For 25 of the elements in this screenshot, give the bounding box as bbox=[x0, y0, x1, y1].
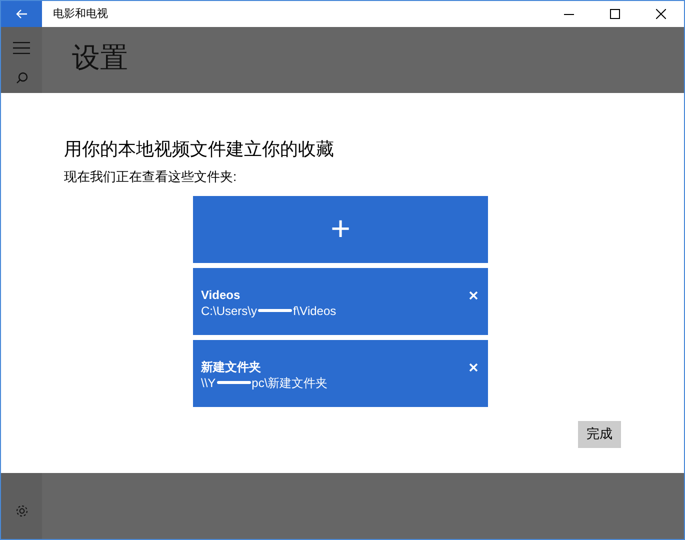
window-title: 电影和电视 bbox=[53, 6, 108, 22]
page-title: 设置 bbox=[72, 41, 128, 75]
maximize-icon bbox=[610, 9, 620, 19]
settings-icon[interactable] bbox=[14, 504, 28, 518]
folder-name: Videos bbox=[201, 288, 240, 302]
back-button[interactable] bbox=[1, 1, 42, 27]
remove-icon[interactable] bbox=[469, 362, 478, 372]
add-folder-button[interactable]: + bbox=[193, 196, 488, 262]
dialog-subtitle: 现在我们正在查看这些文件夹: bbox=[64, 168, 238, 186]
redaction-scribble bbox=[258, 309, 292, 312]
folder-path: \\Y bbox=[201, 374, 216, 390]
close-icon bbox=[656, 9, 666, 19]
folder-path: f\Videos bbox=[293, 302, 336, 318]
search-icon[interactable] bbox=[16, 72, 28, 84]
remove-icon[interactable] bbox=[469, 290, 478, 300]
back-icon bbox=[16, 9, 28, 19]
redaction-scribble bbox=[216, 381, 251, 384]
folder-name: 新建文件夹 bbox=[201, 360, 261, 374]
folder-path: pc\新建文件夹 bbox=[252, 374, 328, 390]
done-button[interactable]: 完成 bbox=[578, 420, 621, 448]
folder-tile[interactable]: Videos C:\Users\y f\Videos bbox=[193, 268, 488, 334]
dialog-heading: 用你的本地视频文件建立你的收藏 bbox=[64, 138, 335, 161]
folder-path: C:\Users\y bbox=[201, 302, 258, 318]
folder-tile[interactable]: 新建文件夹 \\Y pc\新建文件夹 bbox=[193, 340, 488, 406]
menu-icon[interactable] bbox=[13, 42, 30, 54]
